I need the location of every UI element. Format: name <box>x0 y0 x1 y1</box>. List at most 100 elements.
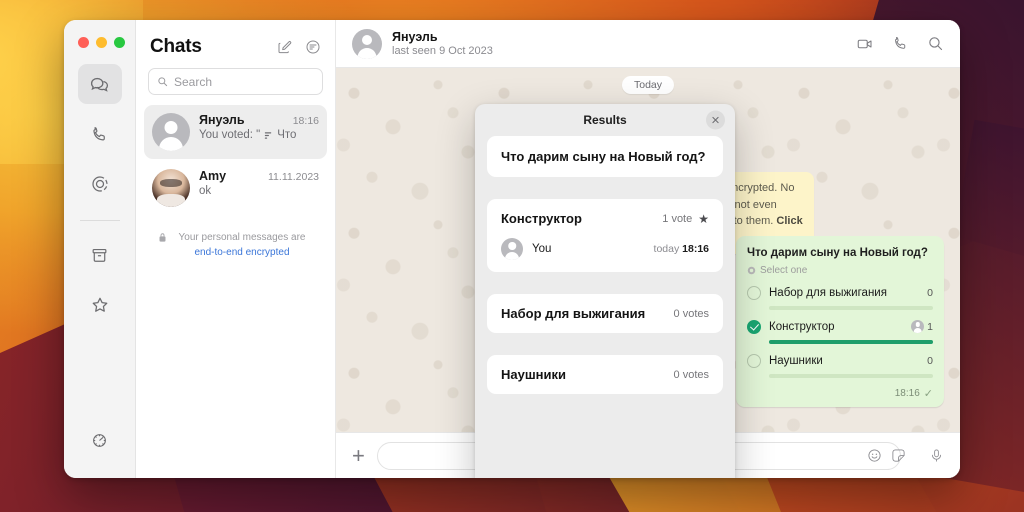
chats-icon <box>89 74 110 95</box>
rail-item-starred[interactable] <box>78 285 122 325</box>
maximize-window-button[interactable] <box>114 37 125 48</box>
chat-item-top-line: Amy 11.11.2023 <box>199 169 319 183</box>
results-option-votes-label: 1 vote <box>662 213 692 225</box>
voter-time-value: 18:16 <box>682 243 709 255</box>
chat-item-name: Amy <box>199 169 226 183</box>
poll-option-radio[interactable] <box>747 286 761 300</box>
search-icon <box>157 76 168 87</box>
rail-item-calls[interactable] <box>78 114 122 154</box>
voter-name: You <box>532 243 551 255</box>
avatar <box>152 113 190 151</box>
results-question: Что дарим сыну на Новый год? <box>487 136 723 177</box>
select-one-icon <box>747 266 756 275</box>
chat-list-actions <box>277 39 321 55</box>
poll-type-label: Select one <box>760 265 807 276</box>
poll-option[interactable]: Набор для выжигания 0 <box>747 286 933 310</box>
minimize-window-button[interactable] <box>96 37 107 48</box>
conversation-header-actions <box>856 35 944 53</box>
compose-icon[interactable] <box>277 39 293 55</box>
results-dialog-body: Что дарим сыну на Новый год? Конструктор… <box>475 136 735 478</box>
status-icon <box>90 174 110 194</box>
results-option-header: Наушники 0 votes <box>487 355 723 394</box>
search-input[interactable]: Search <box>148 68 323 95</box>
contact-name: Януэль <box>392 30 493 44</box>
dialog-title: Results <box>583 113 626 127</box>
chat-item-time: 11.11.2023 <box>268 171 319 183</box>
chat-item-top-line: Януэль 18:16 <box>199 113 319 127</box>
chat-list-header: Chats <box>136 20 335 68</box>
search-container: Search <box>136 68 335 105</box>
date-divider: Today <box>622 76 674 94</box>
poll-option-label: Конструктор <box>769 321 835 333</box>
poll-option-row: Конструктор 1 <box>747 320 933 334</box>
star-icon <box>90 295 110 315</box>
phone-icon <box>90 125 109 144</box>
poll-option-row: Набор для выжигания 0 <box>747 286 933 300</box>
traffic-lights <box>78 37 125 48</box>
voter-row[interactable]: You today 18:16 <box>487 238 723 272</box>
lock-icon <box>158 232 167 243</box>
whatsapp-window: Chats <box>64 20 960 478</box>
poll-icon <box>263 130 274 141</box>
rail-item-chats[interactable] <box>78 64 122 104</box>
contact-status: last seen 9 Oct 2023 <box>392 45 493 57</box>
nav-rail <box>64 20 136 478</box>
results-option-header: Набор для выжигания 0 votes <box>487 294 723 333</box>
results-option-row[interactable]: Набор для выжигания 0 votes <box>487 294 723 333</box>
single-check-icon: ✓ <box>924 387 933 400</box>
chat-item-time: 18:16 <box>293 115 319 127</box>
results-option-row[interactable]: Конструктор 1 vote ★ You today 18:16 <box>487 199 723 272</box>
poll-option[interactable]: Наушники 0 <box>747 354 933 378</box>
encryption-link[interactable]: end-to-end encrypted <box>194 247 289 258</box>
results-option-label: Набор для выжигания <box>501 306 645 321</box>
rail-item-status[interactable] <box>78 164 122 204</box>
filter-icon[interactable] <box>305 39 321 55</box>
poll-option-radio[interactable] <box>747 354 761 368</box>
poll-option-radio[interactable] <box>747 320 761 334</box>
sticker-icon[interactable] <box>891 448 906 463</box>
results-option-label: Наушники <box>501 367 566 382</box>
page-title: Chats <box>150 36 202 58</box>
results-option-votes: 1 vote ★ <box>662 212 709 226</box>
chat-item-preview-prefix: You voted: " <box>199 129 260 141</box>
search-icon[interactable] <box>927 35 944 53</box>
encryption-footer-prefix: Your personal messages are <box>179 232 306 243</box>
voter-day: today <box>654 243 680 255</box>
message-meta: 18:16 ✓ <box>747 387 933 400</box>
avatar <box>152 169 190 207</box>
emoji-icon[interactable] <box>867 448 882 463</box>
voter-timestamp: today 18:16 <box>654 243 709 255</box>
rail-item-archived[interactable] <box>78 235 122 275</box>
conversation-contact: Януэль last seen 9 Oct 2023 <box>392 30 493 57</box>
archive-icon <box>90 246 109 265</box>
spacer <box>487 177 723 199</box>
poll-question: Что дарим сыну на Новый год? <box>747 246 933 262</box>
poll-option-label: Наушники <box>769 355 823 367</box>
poll-message-bubble: Что дарим сыну на Новый год? Select one … <box>736 236 944 407</box>
poll-option-bar <box>769 340 933 344</box>
results-option-votes: 0 votes <box>674 369 709 381</box>
results-option-votes-label: 0 votes <box>674 369 709 381</box>
poll-option-count-value: 0 <box>927 287 933 299</box>
conversation-header: Януэль last seen 9 Oct 2023 <box>336 20 960 68</box>
rail-item-settings[interactable] <box>78 420 122 460</box>
chat-list-item-amy[interactable]: Amy 11.11.2023 ok <box>144 161 327 215</box>
chat-item-meta: Amy 11.11.2023 ok <box>199 169 319 197</box>
search-placeholder: Search <box>174 75 212 89</box>
poll-type: Select one <box>747 265 933 276</box>
star-icon: ★ <box>698 212 709 226</box>
voter-avatar <box>911 320 924 333</box>
avatar[interactable] <box>352 29 382 59</box>
plus-icon[interactable]: + <box>352 445 365 467</box>
results-option-row[interactable]: Наушники 0 votes <box>487 355 723 394</box>
results-dialog-header: Results <box>475 104 735 136</box>
poll-option[interactable]: Конструктор 1 <box>747 320 933 344</box>
video-icon[interactable] <box>856 35 874 53</box>
close-window-button[interactable] <box>78 37 89 48</box>
close-icon[interactable] <box>706 111 725 130</box>
gear-icon <box>90 431 109 450</box>
phone-icon[interactable] <box>892 35 909 53</box>
mic-icon[interactable] <box>929 448 944 463</box>
chat-list-item-yanuel[interactable]: Януэль 18:16 You voted: " Что <box>144 105 327 159</box>
chat-item-name: Януэль <box>199 113 245 127</box>
